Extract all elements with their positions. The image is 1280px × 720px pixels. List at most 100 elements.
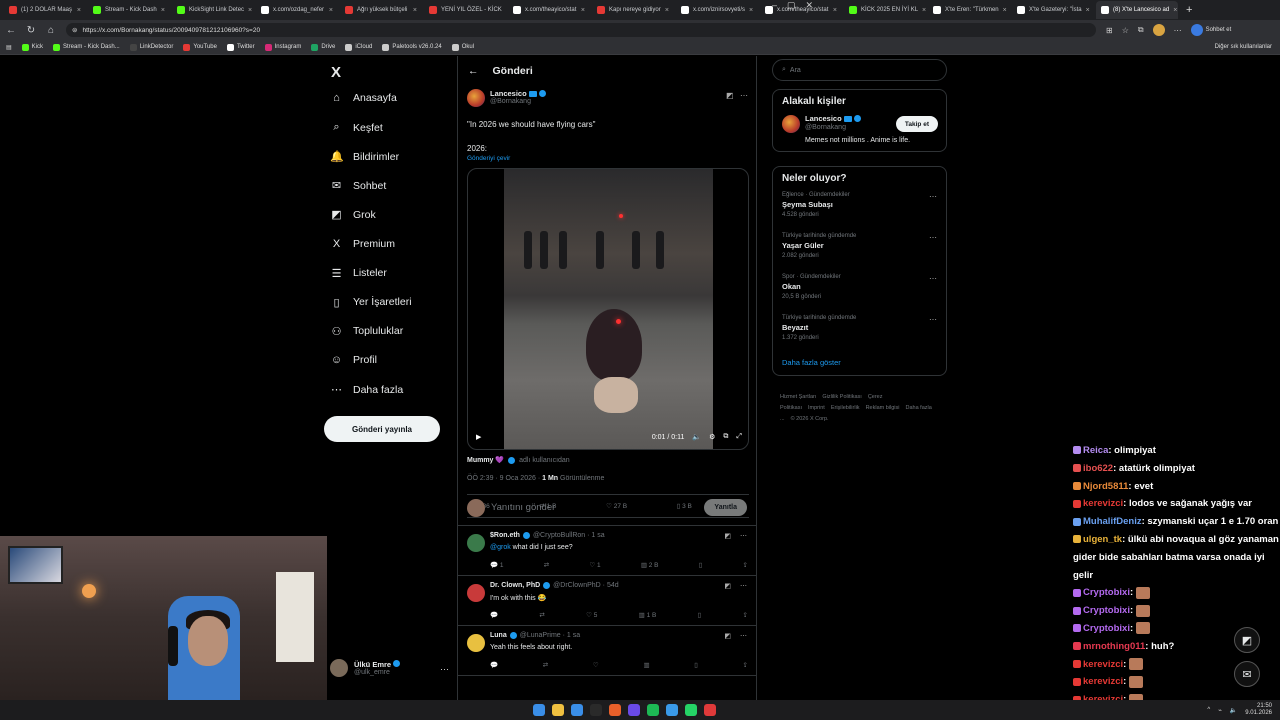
bookmark-item[interactable]: Twitter — [226, 43, 255, 51]
browser-tab[interactable]: KickSight Link Detec × — [172, 1, 254, 19]
clock[interactable]: 21:50 9.01.2026 — [1245, 703, 1272, 717]
post-button[interactable]: Gönderi yayınla — [324, 416, 440, 442]
close-icon[interactable]: × — [1003, 7, 1007, 14]
translate-link[interactable]: Gönderiyi çevir — [467, 155, 510, 162]
chat-username[interactable]: kerevizci — [1083, 498, 1123, 509]
close-icon[interactable]: × — [749, 7, 753, 14]
bookmark-item[interactable]: iCloud — [345, 43, 372, 51]
star-icon[interactable]: ☆ — [1122, 26, 1129, 35]
bookmark-item[interactable]: Instagram — [264, 43, 301, 51]
footer-link[interactable]: Reklam bilgisi — [866, 405, 900, 411]
more-icon[interactable]: ⋯ — [740, 582, 747, 590]
nav-item-lists[interactable]: ☰ Listeler — [330, 267, 387, 280]
browser-tab[interactable]: x.com/theayico/stat × — [508, 1, 590, 19]
more-icon[interactable]: ⋯ — [740, 91, 748, 100]
close-icon[interactable]: × — [581, 7, 585, 14]
avatar-icon[interactable] — [1152, 24, 1165, 36]
chat-username[interactable]: ulgen_tk — [1083, 534, 1122, 545]
video-attribution[interactable]: Mummy 💜 adlı kullanıcıdan — [467, 456, 570, 464]
browser-tab[interactable]: Ağrı yüksek bütçeli × — [340, 1, 422, 19]
more-icon[interactable]: ⋯ — [929, 233, 937, 242]
close-icon[interactable]: × — [77, 7, 81, 14]
taskbar-app-icon[interactable] — [552, 704, 564, 716]
chat-username[interactable]: mrnothing011 — [1083, 641, 1145, 652]
menu-icon[interactable]: ⋯ — [1174, 26, 1182, 35]
tweet-timestamp[interactable]: ÖÖ 2:39 · 9 Oca 2026 · — [467, 475, 540, 482]
volume-icon[interactable]: 🔈 — [1230, 707, 1237, 714]
nav-item-communities[interactable]: ⚇ Topluluklar — [330, 325, 404, 338]
avatar[interactable] — [782, 115, 800, 133]
close-icon[interactable]: × — [1173, 7, 1177, 14]
avatar[interactable] — [467, 584, 485, 602]
nav-item-notifications[interactable]: 🔔 Bildirimler — [330, 150, 399, 164]
bookmark-item[interactable]: Kick — [21, 43, 43, 51]
browser-tab[interactable]: (8) X'te Lancesico ad × — [1096, 1, 1178, 19]
trend-item[interactable]: Türkiye tarihinde gündemde Yaşar Güler 2.0… — [773, 231, 946, 272]
site-info-icon[interactable]: ⊜ — [72, 26, 77, 34]
chat-username[interactable]: kerevizci — [1083, 659, 1123, 670]
browser-tab[interactable]: YENİ YIL ÖZEL - KİCK× — [424, 1, 506, 19]
reply-button[interactable]: Yanıtla — [704, 499, 747, 516]
browser-tab[interactable]: (1) 2 DOLAR Maaş × — [4, 1, 86, 19]
avatar[interactable] — [467, 534, 485, 552]
browser-tab[interactable]: Kapı nereye gidiyor × — [592, 1, 674, 19]
apps-icon[interactable]: ▤ — [6, 44, 12, 51]
reply-tweet[interactable]: Luna @LunaPrime · 1 sa Yeah this feels abo… — [458, 626, 756, 676]
trend-item[interactable]: Eğlence · Gündemdekiler Şeyma Subaşı 4.528… — [773, 190, 946, 231]
share-icon[interactable]: ⇪ — [743, 661, 748, 669]
share-icon[interactable]: ⇪ — [743, 611, 748, 619]
url-field[interactable]: ⊜ https://x.com/Bornakang/status/2009409… — [66, 23, 1096, 37]
bookmark-icon[interactable]: ▯ — [694, 661, 698, 669]
taskbar-app-icon[interactable] — [590, 704, 602, 716]
more-icon[interactable]: ⋯ — [929, 192, 937, 201]
like-action[interactable]: ♡ 5 — [586, 611, 597, 619]
footer-link[interactable]: Erişilebilirlik — [831, 405, 860, 411]
close-icon[interactable]: × — [329, 7, 333, 14]
more-icon[interactable]: ⋯ — [929, 274, 937, 283]
bookmark-item[interactable]: Drive — [311, 43, 335, 51]
nav-item-premium[interactable]: X Premium — [330, 238, 395, 250]
mention-link[interactable]: @grok — [490, 544, 511, 551]
reply-tweet[interactable]: $Ron.eth @CryptoBullRon · 1 sa @grok what … — [458, 526, 756, 576]
avatar[interactable] — [467, 634, 485, 652]
show-more-link[interactable]: Daha fazla göster — [773, 354, 946, 375]
video-player[interactable]: ▶ 0:01 / 0:11 🔈 ⚙ ⧉ ⤢ — [467, 168, 749, 450]
bookmark-item[interactable]: Stream - Kick Dash... — [53, 43, 120, 51]
taskbar-app-icon[interactable] — [533, 704, 545, 716]
share-icon[interactable]: ⇪ — [742, 561, 747, 569]
grok-icon[interactable]: ◩ — [726, 91, 734, 100]
close-icon[interactable]: × — [1086, 7, 1090, 14]
browser-tab[interactable]: x.com/ozdag_nefer × — [256, 1, 338, 19]
chevron-up-icon[interactable]: ^ — [1207, 707, 1210, 713]
taskbar-app-icon[interactable] — [628, 704, 640, 716]
taskbar-app-icon[interactable] — [609, 704, 621, 716]
avatar[interactable] — [467, 89, 485, 107]
bookmark-item[interactable]: LinkDetector — [129, 43, 173, 51]
settings-icon[interactable]: ⚙ — [709, 433, 715, 441]
more-icon[interactable]: ⋯ — [440, 664, 449, 675]
taskbar-app-icon[interactable] — [704, 704, 716, 716]
reply-input[interactable]: Yanıtını gönder — [491, 502, 555, 513]
chat-username[interactable]: MuhalifDeniz — [1083, 516, 1142, 527]
new-tab-icon[interactable]: + — [1180, 4, 1198, 16]
bookmark-item[interactable]: YouTube — [183, 43, 217, 51]
extensions-icon[interactable]: ⧉ — [1138, 25, 1144, 35]
reply-action[interactable]: 💬 1 — [490, 561, 504, 569]
close-window-icon[interactable]: ✕ — [806, 0, 814, 11]
views-action[interactable]: ▥ 1 B — [639, 611, 657, 619]
bookmark-icon[interactable]: ▯ — [699, 561, 703, 569]
views-action[interactable]: ▥ — [643, 661, 649, 669]
chat-username[interactable]: kerevizci — [1083, 676, 1123, 687]
chat-username[interactable]: Njord5811 — [1083, 481, 1128, 492]
trend-item[interactable]: Spor · Gündemdekiler Okan 20,5 B gönderi ⋯ — [773, 272, 946, 313]
close-icon[interactable]: × — [161, 7, 165, 14]
account-switcher[interactable]: Ülkü Emre @ulk_emre ⋯ — [330, 659, 449, 677]
footer-link[interactable]: Hizmet Şartları — [780, 394, 816, 400]
repost-action[interactable]: ⇄ — [539, 611, 544, 619]
taskbar-app-icon[interactable] — [685, 704, 697, 716]
repost-action[interactable]: ⇄ — [543, 661, 548, 669]
install-icon[interactable]: ⊞ — [1106, 26, 1113, 35]
chat-button[interactable]: Sohbet et — [1190, 24, 1231, 36]
trend-item[interactable]: Türkiye tarihinde gündemde Beyazıt 1.372 g… — [773, 313, 946, 354]
reply-tweet[interactable]: Dr. Clown, PhD @DrClownPhD · 54d I'm ok wi… — [458, 576, 756, 626]
